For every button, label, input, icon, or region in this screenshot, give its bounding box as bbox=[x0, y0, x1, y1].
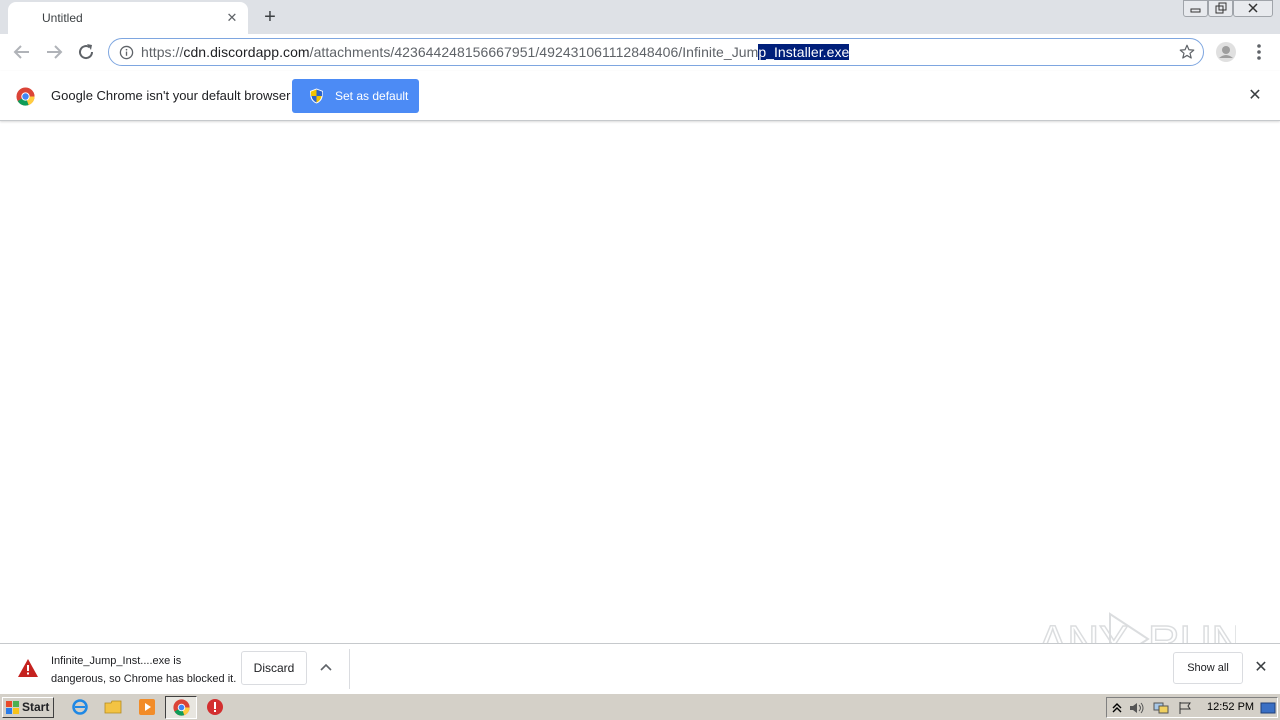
volume-icon[interactable] bbox=[1129, 701, 1145, 715]
show-desktop-icon[interactable] bbox=[1260, 700, 1276, 716]
menu-dots-icon[interactable] bbox=[1247, 40, 1271, 64]
minimize-icon bbox=[1190, 8, 1201, 13]
address-bar[interactable]: https://cdn.discordapp.com/attachments/4… bbox=[108, 38, 1204, 66]
url-selection: p_Installer.exe bbox=[758, 44, 850, 60]
chevron-up-icon[interactable] bbox=[318, 660, 334, 676]
profile-avatar-icon[interactable] bbox=[1214, 40, 1238, 64]
shelf-divider bbox=[349, 649, 350, 689]
url-domain: cdn.discordapp.com bbox=[183, 44, 310, 60]
taskbar-chrome-button[interactable] bbox=[165, 696, 197, 719]
discard-button[interactable]: Discard bbox=[241, 651, 307, 685]
site-info-icon[interactable] bbox=[119, 45, 134, 60]
set-default-label: Set as default bbox=[335, 89, 409, 103]
url-text[interactable]: https://cdn.discordapp.com/attachments/4… bbox=[141, 44, 850, 60]
show-all-button[interactable]: Show all bbox=[1173, 652, 1243, 684]
new-tab-button[interactable]: + bbox=[258, 5, 282, 29]
url-path: /attachments/423644248156667951/49243106… bbox=[309, 44, 759, 60]
internet-explorer-icon[interactable] bbox=[71, 698, 89, 716]
uac-shield-icon bbox=[310, 88, 323, 104]
download-warning-line1: Infinite_Jump_Inst....exe is bbox=[51, 655, 182, 667]
download-shelf: Infinite_Jump_Inst....exe is dangerous, … bbox=[0, 643, 1280, 693]
start-button[interactable]: Start bbox=[2, 697, 54, 718]
taskbar: Start 12:52 PM bbox=[0, 693, 1280, 720]
reload-icon[interactable] bbox=[74, 40, 98, 64]
restore-icon bbox=[1215, 2, 1227, 14]
url-scheme: https:// bbox=[141, 44, 184, 60]
infobar-close-icon[interactable]: ✕ bbox=[1246, 87, 1264, 105]
clock: 12:52 PM bbox=[1207, 701, 1255, 713]
chrome-logo-icon bbox=[16, 87, 35, 106]
star-icon[interactable] bbox=[1178, 43, 1196, 61]
windows-logo-icon bbox=[6, 701, 19, 714]
infobar-message: Google Chrome isn't your default browser bbox=[51, 88, 291, 103]
start-label: Start bbox=[22, 700, 50, 714]
tab-strip: Untitled ✕ + bbox=[0, 0, 1280, 34]
explorer-folder-icon[interactable] bbox=[104, 698, 122, 716]
set-default-button[interactable]: Set as default bbox=[292, 79, 419, 113]
action-center-flag-icon[interactable] bbox=[1177, 701, 1193, 715]
media-player-icon[interactable] bbox=[138, 698, 156, 716]
window-minimize-button[interactable] bbox=[1183, 0, 1208, 17]
default-browser-infobar: Google Chrome isn't your default browser… bbox=[0, 71, 1280, 121]
stop-icon[interactable] bbox=[206, 698, 224, 716]
chrome-icon bbox=[173, 699, 190, 716]
window-restore-button[interactable] bbox=[1208, 0, 1233, 17]
back-icon[interactable] bbox=[10, 40, 34, 64]
window-close-button[interactable] bbox=[1233, 0, 1273, 17]
system-tray: 12:52 PM bbox=[1106, 697, 1278, 718]
warning-icon bbox=[18, 659, 38, 677]
close-icon bbox=[1248, 3, 1258, 13]
tab-close-icon[interactable]: ✕ bbox=[224, 10, 240, 26]
download-warning-text: Infinite_Jump_Inst....exe is dangerous, … bbox=[51, 652, 236, 688]
forward-icon[interactable] bbox=[42, 40, 66, 64]
shelf-close-icon[interactable]: ✕ bbox=[1252, 659, 1270, 677]
tab-active[interactable]: Untitled ✕ bbox=[8, 2, 248, 34]
tab-title: Untitled bbox=[42, 11, 83, 25]
download-warning-line2: dangerous, so Chrome has blocked it. bbox=[51, 673, 237, 685]
tray-expand-icon[interactable] bbox=[1111, 701, 1123, 715]
network-icon[interactable] bbox=[1153, 701, 1169, 715]
